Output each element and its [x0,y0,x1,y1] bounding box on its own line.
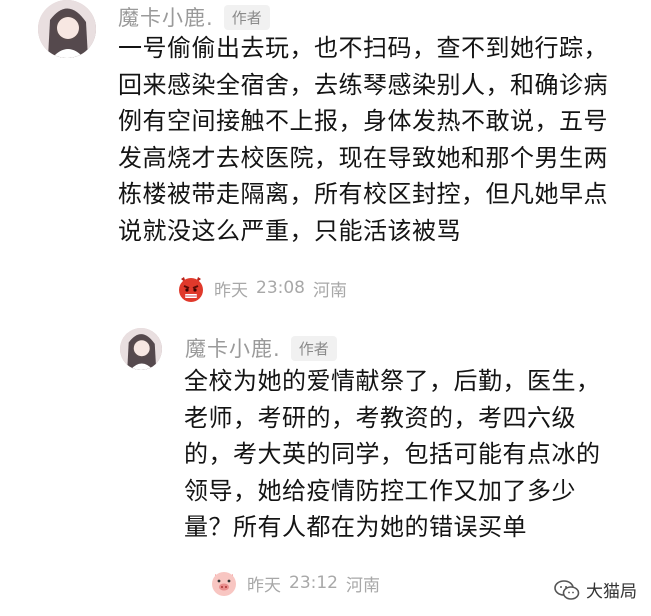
avatar[interactable] [120,328,162,370]
author-badge: 作者 [290,335,337,361]
comment-date: 昨天 [214,280,248,301]
comment-location: 河南 [346,575,380,596]
angry-face-icon [179,277,203,302]
comment-1: 魔卡小鹿. 作者 一号偷偷出去玩，也不扫码，查不到她行踪，回来感染全宿舍，去练琴… [0,0,651,310]
wechat-icon [554,579,580,600]
comment-date: 昨天 [247,575,281,596]
avatar-image [120,328,162,370]
comment-time: 23:12 [289,573,338,593]
author-badge: 作者 [223,4,270,30]
comment-time: 23:08 [256,278,305,298]
avatar-image [38,0,96,58]
author-name[interactable]: 魔卡小鹿. [185,333,281,363]
watermark: 大猫局 [554,577,637,602]
comment-text: 全校为她的爱情献祭了，后勤，医生，老师，考研的，考教资的，考四六级的，考大英的同… [184,367,601,541]
comment-2: 魔卡小鹿. 作者 全校为她的爱情献祭了，后勤，医生，老师，考研的，考教资的，考四… [0,310,651,616]
comment-text: 一号偷偷出去玩，也不扫码，查不到她行踪，回来感染全宿舍，去练琴感染别人，和确诊病… [118,34,608,245]
pig-face-icon [212,572,236,596]
avatar[interactable] [38,0,96,58]
author-name[interactable]: 魔卡小鹿. [118,2,214,32]
watermark-text: 大猫局 [586,582,637,602]
comment-location: 河南 [313,280,347,301]
